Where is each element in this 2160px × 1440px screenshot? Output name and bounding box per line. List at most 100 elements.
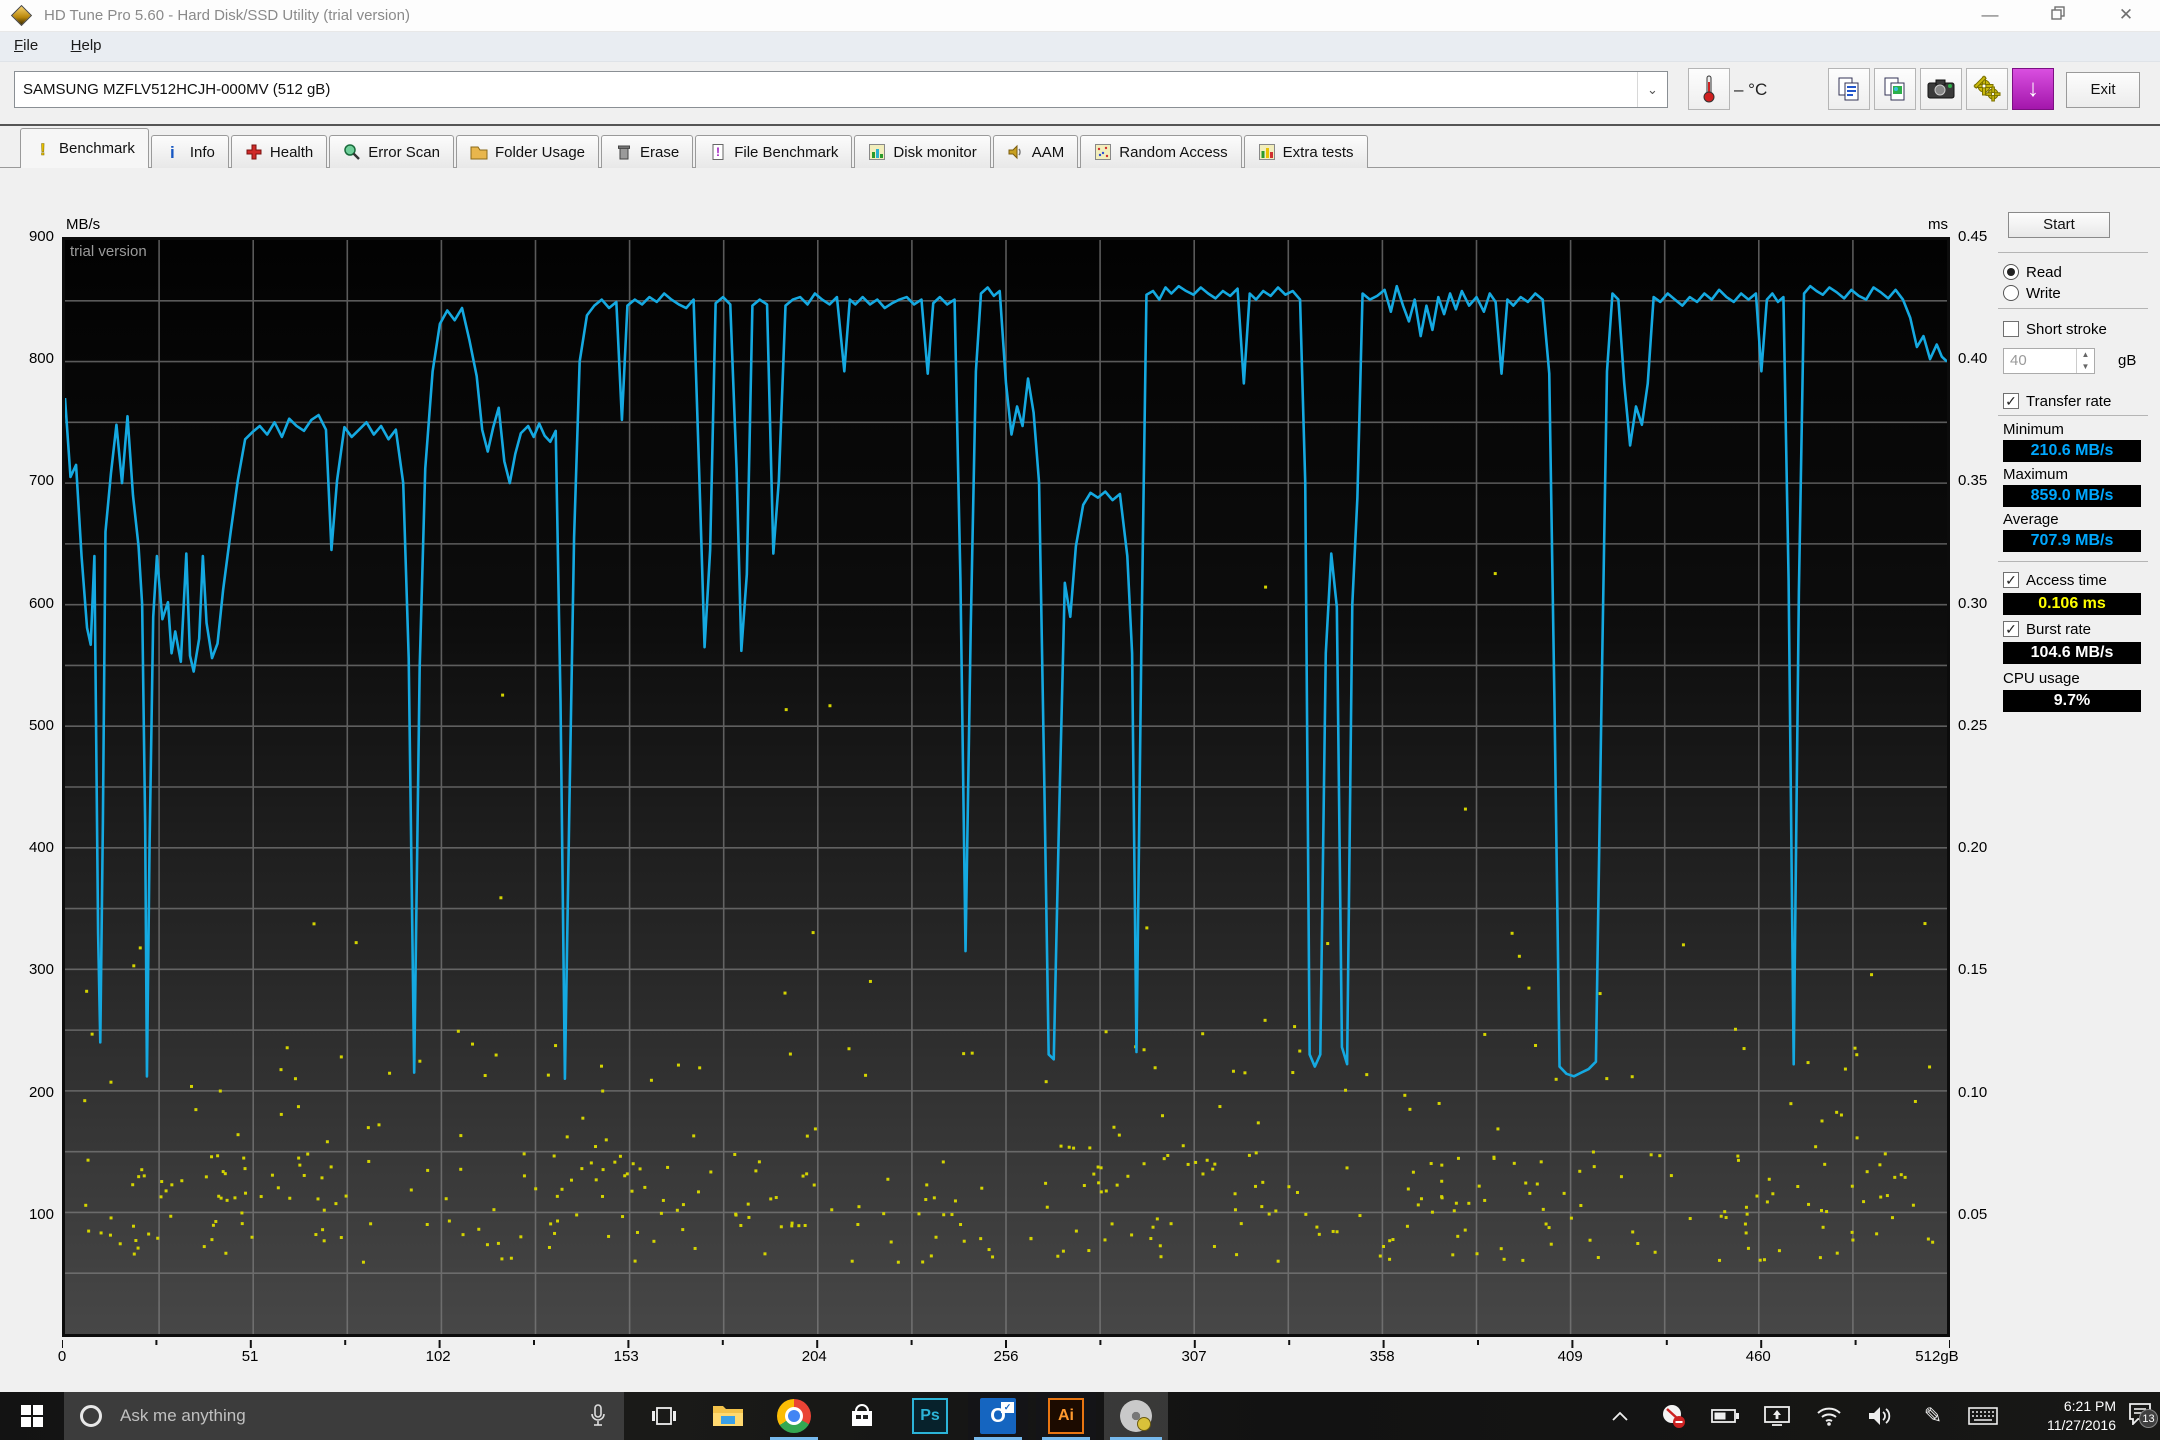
y2-tick-label: 0.15 [1958,961,1988,979]
touch-keyboard-tray-icon[interactable] [1958,1392,2008,1440]
settings-button[interactable] [1966,68,2008,110]
copy-text-icon [1838,77,1859,101]
tab-label: Extra tests [1282,143,1354,161]
file-explorer-button[interactable] [700,1392,756,1440]
copy-text-button[interactable] [1828,68,1870,110]
start-button[interactable]: Start [2008,212,2110,238]
pen-tray-icon[interactable]: ✎ [1910,1392,1956,1440]
microphone-icon[interactable] [590,1404,606,1428]
tab-disk-monitor[interactable]: Disk monitor [854,135,991,168]
access-time-checkbox[interactable]: ✓ [2003,572,2019,588]
restore-icon [2051,6,2065,20]
close-button[interactable]: ✕ [2100,0,2152,31]
hidden-icons-button[interactable] [1598,1392,1642,1440]
menu-help[interactable]: Help [57,32,116,59]
chevron-down-icon[interactable]: ⌄ [1637,72,1667,107]
photoshop-icon: Ps [912,1398,948,1434]
tab-extra-tests[interactable]: Extra tests [1243,135,1368,168]
burst-rate-checkbox[interactable]: ✓ [2003,621,2019,637]
restore-button[interactable] [2032,0,2084,31]
tab-label: Error Scan [368,143,440,161]
y2-axis-title: ms [1928,216,1948,233]
average-value: 707.9 MB/s [2003,530,2141,552]
taskbar-clock[interactable]: 6:21 PM 11/27/2016 [2012,1397,2116,1435]
photoshop-button[interactable]: Ps [900,1392,960,1440]
short-stroke-size-spinner[interactable]: 40 ▲ ▼ [2003,348,2095,374]
y-tick-label: 100 [28,1205,54,1223]
tab-label: Info [189,143,215,161]
tab-folder-usage[interactable]: Folder Usage [455,135,600,168]
benchmark-exclamation-icon: ! [40,140,46,158]
write-radio[interactable] [2003,285,2019,301]
download-button[interactable]: ↓ [2012,68,2054,110]
cortana-search-box[interactable]: Ask me anything [64,1392,624,1440]
display-share-tray-icon[interactable] [1754,1392,1800,1440]
read-radio[interactable] [2003,264,2019,280]
tab-error-scan[interactable]: Error Scan [329,135,454,168]
wifi-tray-icon[interactable] [1806,1392,1852,1440]
x-axis-tickmarks [62,1340,1950,1348]
access-time-value: 0.106 ms [2003,593,2141,615]
temperature-button[interactable] [1688,68,1730,110]
blocked-bubble-icon [1663,1405,1685,1428]
taskbar: Ask me anything Ps O ✓ Ai ✎ 6:21 PM 11/2… [0,1392,2160,1440]
copy-image-button[interactable] [1874,68,1916,110]
wifi-icon [1817,1407,1841,1426]
y-tick-label: 900 [28,228,54,245]
desktop-screen: HD Tune Pro 5.60 - Hard Disk/SSD Utility… [0,0,2160,1440]
info-icon: i [170,143,175,161]
screenshot-button[interactable] [1920,68,1962,110]
illustrator-button[interactable]: Ai [1036,1392,1096,1440]
x-tick-label: 358 [1369,1348,1395,1365]
chevron-up-icon [1612,1411,1628,1421]
y-tick-label: 700 [28,472,54,490]
minimize-button[interactable]: — [1964,0,2016,31]
hdtune-taskbar-button[interactable] [1104,1392,1168,1440]
short-stroke-checkbox[interactable] [2003,321,2019,337]
y-tick-label: 600 [28,594,54,612]
hdtune-disk-icon [1120,1400,1152,1432]
battery-tray-icon[interactable] [1702,1392,1748,1440]
y2-tick-label: 0.25 [1958,716,1988,734]
tab-label: Disk monitor [893,143,977,161]
task-view-button[interactable] [638,1392,690,1440]
maximum-label: Maximum [2003,466,2069,483]
cpu-usage-value: 9.7% [2003,690,2141,712]
action-center-button[interactable]: 13 [2120,1392,2160,1440]
outlook-button[interactable]: O ✓ [968,1392,1028,1440]
windows-store-button[interactable] [832,1392,892,1440]
start-button-taskbar[interactable] [0,1392,64,1440]
transfer-rate-checkbox[interactable]: ✓ [2003,393,2019,409]
spinner-arrows[interactable]: ▲ ▼ [2076,349,2094,373]
write-label: Write [2026,285,2061,302]
y2-tick-label: 0.10 [1958,1083,1988,1101]
chrome-button[interactable] [764,1392,824,1440]
tab-label: Folder Usage [494,143,586,161]
mini-chart-icon [1258,144,1275,160]
search-placeholder: Ask me anything [120,1406,246,1425]
exit-button[interactable]: Exit [2066,72,2140,108]
drive-selector-dropdown[interactable]: SAMSUNG MZFLV512HCJH-000MV (512 gB) ⌄ [14,71,1668,108]
tab-random-access[interactable]: Random Access [1080,135,1242,168]
tab-label: Random Access [1119,143,1228,161]
y2-tick-label: 0.20 [1958,839,1988,857]
short-stroke-label: Short stroke [2026,321,2107,338]
tab-health[interactable]: Health [230,135,328,168]
tab-erase[interactable]: Erase [601,135,694,168]
x-tick-label: 204 [801,1348,827,1365]
svg-text:i: i [170,143,175,161]
tab-file-benchmark[interactable]: ! File Benchmark [695,135,853,168]
x-tick-label: 102 [425,1348,451,1365]
outlook-icon: O ✓ [980,1398,1016,1434]
tab-aam[interactable]: AAM [992,135,1079,168]
x-tick-label: 307 [1181,1348,1207,1365]
battery-icon [1711,1409,1739,1423]
tab-info[interactable]: i Info [150,135,229,168]
y-axis-title: MB/s [66,216,101,233]
menu-file[interactable]: File [0,32,52,59]
tab-benchmark[interactable]: ! Benchmark [20,128,149,168]
action-blocked-tray-icon[interactable] [1650,1392,1696,1440]
store-bag-icon [852,1404,872,1426]
volume-tray-icon[interactable] [1858,1392,1904,1440]
title-bar: HD Tune Pro 5.60 - Hard Disk/SSD Utility… [0,0,2160,32]
